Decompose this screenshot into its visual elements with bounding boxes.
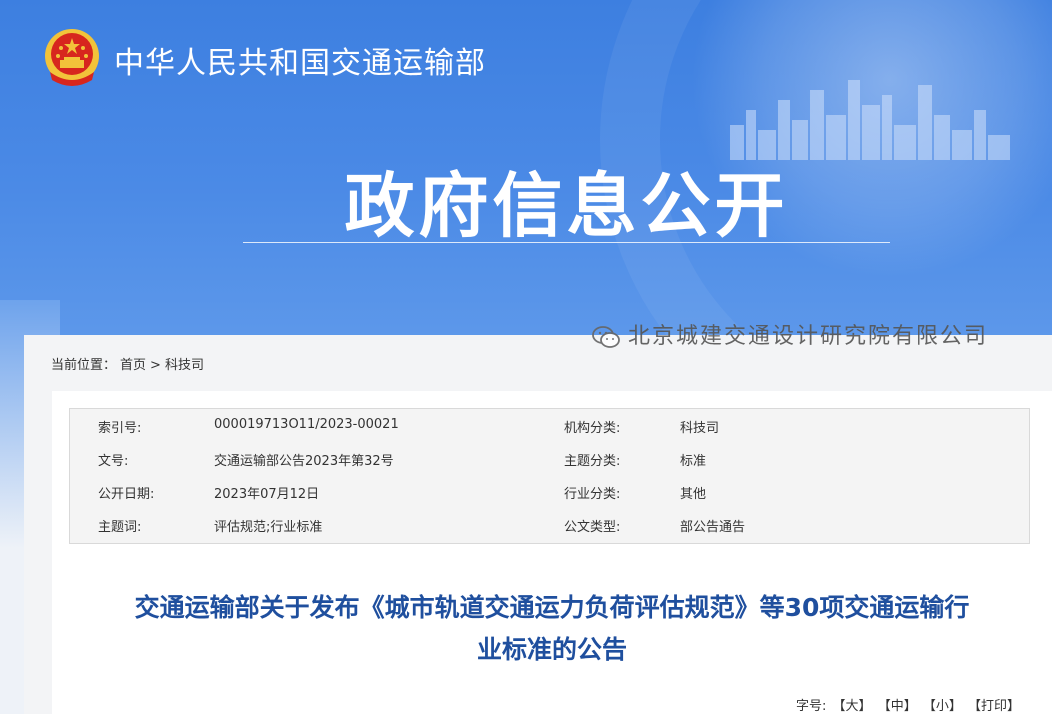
keywords-value: 评估规范;行业标准 [214, 520, 323, 535]
metadata-row: 公开日期: 2023年07月12日 行业分类: 其他 [70, 477, 1031, 505]
main-content: 当前位置： 首页 > 科技司 索引号: 000019713O11/2023-00021… [24, 335, 1052, 714]
breadcrumb-label: 当前位置： [51, 358, 117, 373]
font-size-label: 字号: [796, 699, 827, 714]
watermark: 北京城建交通设计研究院有限公司 [590, 318, 988, 353]
industry-category-value: 其他 [680, 487, 707, 502]
breadcrumb: 当前位置： 首页 > 科技司 [51, 354, 208, 373]
wechat-icon [592, 326, 620, 348]
font-medium-button[interactable]: 【中】 [878, 699, 917, 714]
breadcrumb-home-link[interactable]: 首页 [120, 358, 146, 373]
topic-category-label: 主题分类: [564, 454, 621, 469]
publish-date-label: 公开日期: [98, 487, 155, 502]
print-button[interactable]: 【打印】 [968, 699, 1020, 714]
city-skyline-icon [730, 80, 1010, 160]
document-number-value: 交通运输部公告2023年第32号 [214, 454, 394, 469]
watermark-text: 北京城建交通设计研究院有限公司 [628, 324, 989, 349]
metadata-row: 索引号: 000019713O11/2023-00021 机构分类: 科技司 [70, 411, 1031, 439]
header-banner: 中华人民共和国交通运输部 政府信息公开 [0, 0, 1052, 340]
national-emblem-icon [45, 29, 99, 86]
index-number-label: 索引号: [98, 421, 142, 436]
topic-category-value: 标准 [680, 454, 707, 469]
font-large-button[interactable]: 【大】 [833, 699, 872, 714]
font-small-button[interactable]: 【小】 [923, 699, 962, 714]
keywords-label: 主题词: [98, 520, 142, 535]
font-size-controls: 字号: 【大】 【中】 【小】 【打印】 [796, 695, 1020, 714]
document-type-label: 公文类型: [564, 520, 621, 535]
agency-category-label: 机构分类: [564, 421, 621, 436]
agency-category-value: 科技司 [680, 421, 720, 436]
section-title: 政府信息公开 [344, 165, 789, 247]
breadcrumb-current-link[interactable]: 科技司 [165, 358, 204, 373]
article-title-line: 业标准的公告 [476, 635, 627, 664]
article-title-line: 交通运输部关于发布《城市轨道交通运力负荷评估规范》等30项交通运输行 [134, 593, 970, 622]
metadata-row: 主题词: 评估规范;行业标准 公文类型: 部公告通告 [70, 510, 1031, 538]
metadata-row: 文号: 交通运输部公告2023年第32号 主题分类: 标准 [70, 444, 1031, 472]
article-title: 交通运输部关于发布《城市轨道交通运力负荷评估规范》等30项交通运输行 业标准的公… [52, 587, 1052, 671]
document-number-label: 文号: [98, 454, 129, 469]
document-type-value: 部公告通告 [680, 520, 746, 535]
article-panel: 索引号: 000019713O11/2023-00021 机构分类: 科技司 文… [52, 391, 1052, 714]
title-underline [243, 242, 890, 243]
ministry-name[interactable]: 中华人民共和国交通运输部 [114, 38, 486, 82]
industry-category-label: 行业分类: [564, 487, 621, 502]
publish-date-value: 2023年07月12日 [214, 487, 320, 502]
index-number-value: 000019713O11/2023-00021 [214, 417, 399, 432]
metadata-table: 索引号: 000019713O11/2023-00021 机构分类: 科技司 文… [69, 408, 1030, 544]
breadcrumb-separator: > [150, 358, 161, 373]
